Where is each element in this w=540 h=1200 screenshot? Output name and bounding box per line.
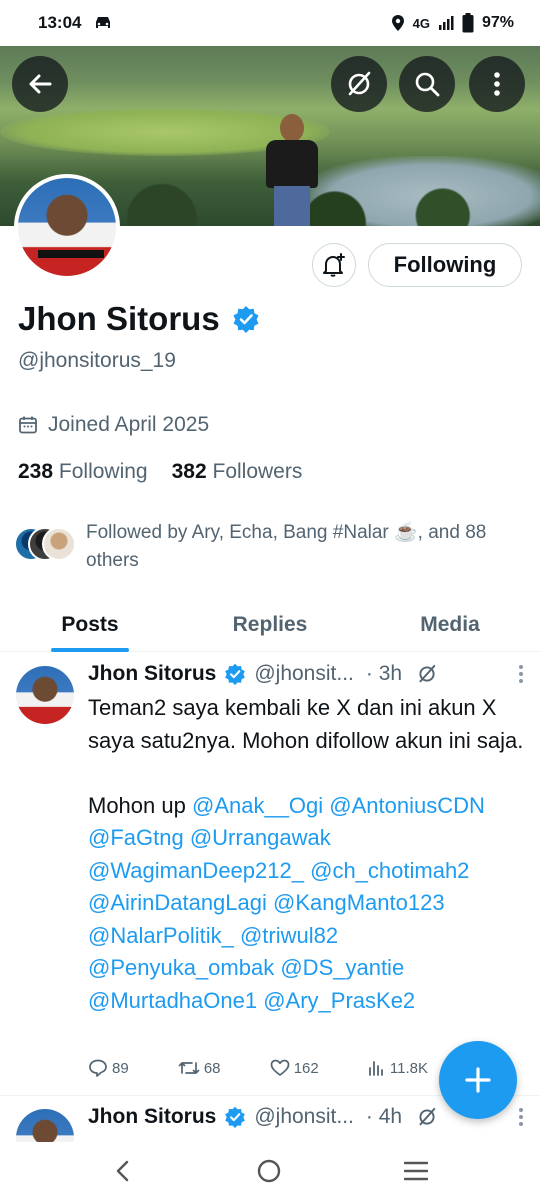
bell-plus-icon xyxy=(323,253,345,277)
profile-name: Jhon Sitorus xyxy=(18,300,220,337)
repost-count: 68 xyxy=(203,1059,221,1077)
nav-back-icon[interactable] xyxy=(111,1159,135,1183)
heart-icon xyxy=(270,1059,290,1076)
status-time: 13:04 xyxy=(38,13,82,32)
tweet-actions: 89 68 162 11.8K xyxy=(88,1058,428,1078)
grok-button[interactable] xyxy=(331,56,387,112)
mention-link[interactable]: @AirinDatangLagi xyxy=(88,890,267,915)
system-nav-bar xyxy=(0,1142,540,1200)
tab-posts[interactable]: Posts xyxy=(0,598,180,651)
nav-home-icon[interactable] xyxy=(256,1158,282,1184)
mention-link[interactable]: @NalarPolitik_ xyxy=(88,923,234,948)
mention-link[interactable]: @triwul82 xyxy=(240,923,338,948)
car-icon xyxy=(96,17,111,28)
notifications-bell-button[interactable] xyxy=(312,243,356,287)
tab-replies[interactable]: Replies xyxy=(180,598,360,651)
verified-badge-icon xyxy=(233,306,259,333)
profile-avatar[interactable] xyxy=(14,174,120,280)
network-label: 4G xyxy=(412,15,430,31)
mention-link[interactable]: @AntoniusCDN xyxy=(329,793,485,818)
tweet-time[interactable]: · 3h xyxy=(366,662,402,686)
status-bar: 13:04 4G 97% xyxy=(0,0,540,46)
tweet-avatar[interactable] xyxy=(16,666,74,724)
tweet-author-name[interactable]: Jhon Sitorus xyxy=(88,662,216,686)
profile-handle: @jhonsitorus_19 xyxy=(18,349,176,372)
following-button[interactable]: Following xyxy=(368,243,522,287)
arrow-left-icon xyxy=(29,74,52,94)
profile-tabs: Posts Replies Media xyxy=(0,598,540,652)
mention-link[interactable]: @WagimanDeep212_ xyxy=(88,858,304,883)
tweet-more-icon[interactable] xyxy=(518,664,524,684)
grok-icon[interactable] xyxy=(416,663,438,685)
banner-person xyxy=(262,114,322,226)
tweet-text-prefix: Mohon up xyxy=(88,792,186,818)
mention-link[interactable]: @Urrangawak xyxy=(190,825,331,850)
tweet-time[interactable]: · 4h xyxy=(366,1105,402,1129)
tweet-author-name[interactable]: Jhon Sitorus xyxy=(88,1105,216,1129)
tweet-more-icon[interactable] xyxy=(518,1107,524,1127)
tweet-author-handle[interactable]: @jhonsit... xyxy=(254,662,354,686)
following-label: Following xyxy=(58,460,148,483)
following-count: 238 xyxy=(18,460,54,483)
follow-stats: 238 Following 382 Followers xyxy=(18,460,302,484)
tweet-avatar[interactable] xyxy=(16,1109,74,1142)
repost-action[interactable]: 68 xyxy=(178,1058,221,1078)
plus-icon xyxy=(465,1067,491,1093)
joined-date: Joined April 2025 xyxy=(18,413,209,437)
verified-badge-icon xyxy=(225,1106,246,1128)
tweet[interactable]: Jhon Sitorus @jhonsit... · 3h Teman2 say… xyxy=(0,654,540,1096)
followers-stat[interactable]: 382 Followers xyxy=(172,460,303,484)
battery-icon xyxy=(462,13,474,33)
views-chart-icon xyxy=(368,1061,383,1076)
repost-icon xyxy=(178,1062,200,1074)
mention-link[interactable]: @FaGtng xyxy=(88,825,184,850)
tab-media[interactable]: Media xyxy=(360,598,540,651)
following-stat[interactable]: 238 Following xyxy=(18,460,148,484)
mention-link[interactable]: @Penyuka_ombak xyxy=(88,955,274,980)
mention-link[interactable]: @Anak__Ogi xyxy=(192,793,323,818)
mention-link[interactable]: @MurtadhaOne1 xyxy=(88,988,257,1013)
followers-count: 382 xyxy=(171,460,207,483)
signal-icon xyxy=(438,16,454,30)
grok-icon[interactable] xyxy=(416,1106,438,1128)
follower-avatars xyxy=(14,527,76,561)
like-count: 162 xyxy=(293,1059,319,1077)
search-icon xyxy=(415,72,440,97)
followed-by-row[interactable]: Followed by Ary, Echa, Bang #Nalar ☕️, a… xyxy=(14,519,524,575)
verified-badge-icon xyxy=(225,663,246,685)
reply-count: 89 xyxy=(112,1059,129,1077)
more-options-button[interactable] xyxy=(469,56,525,112)
tweet-text-line: Teman2 saya kembali ke X dan ini akun X … xyxy=(88,695,524,753)
joined-text: Joined April 2025 xyxy=(48,413,210,436)
mention-link[interactable]: @KangManto123 xyxy=(273,890,445,915)
followers-label: Followers xyxy=(212,460,303,483)
nav-recents-icon[interactable] xyxy=(403,1160,429,1182)
follower-avatar xyxy=(42,527,76,561)
mention-link[interactable]: @Ary_PrasKe2 xyxy=(263,988,415,1013)
tweet-text: Teman2 saya kembali ke X dan ini akun X … xyxy=(88,692,528,1017)
mention-link[interactable]: @ch_chotimah2 xyxy=(310,858,469,883)
back-button[interactable] xyxy=(12,56,68,112)
tweet-mentions-block: Mohon up @Anak__Ogi @AntoniusCDN @FaGtng… xyxy=(88,790,528,1018)
location-icon xyxy=(391,15,404,31)
more-vertical-icon xyxy=(494,72,500,96)
tweet-header: Jhon Sitorus @jhonsit... · 3h xyxy=(88,662,524,686)
like-action[interactable]: 162 xyxy=(270,1058,319,1078)
profile-name-row: Jhon Sitorus xyxy=(18,300,260,338)
views-count: 11.8K xyxy=(389,1059,428,1077)
tweet-author-handle[interactable]: @jhonsit... xyxy=(254,1105,354,1129)
views-action[interactable]: 11.8K xyxy=(368,1058,428,1078)
search-button[interactable] xyxy=(399,56,455,112)
calendar-icon xyxy=(19,416,37,434)
grok-icon xyxy=(348,71,371,96)
followed-by-text: Followed by Ary, Echa, Bang #Nalar ☕️, a… xyxy=(86,522,487,571)
reply-icon xyxy=(89,1059,107,1077)
compose-post-button[interactable] xyxy=(439,1041,517,1119)
battery-level: 97% xyxy=(481,14,514,31)
reply-action[interactable]: 89 xyxy=(88,1058,129,1078)
mention-link[interactable]: @DS_yantie xyxy=(280,955,404,980)
